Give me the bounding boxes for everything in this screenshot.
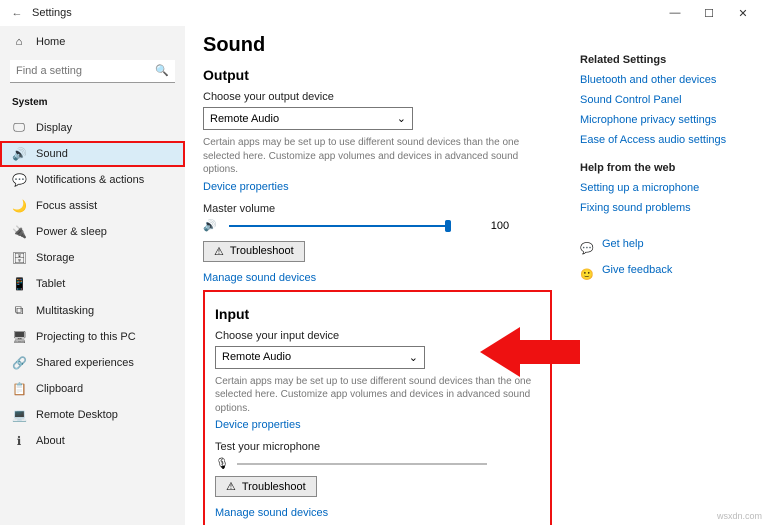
- nav-item-multitasking[interactable]: ⧉Multitasking: [0, 297, 185, 324]
- help-link-fix-sound[interactable]: Fixing sound problems: [580, 202, 750, 214]
- related-settings-heading: Related Settings: [580, 54, 750, 66]
- multitasking-icon: ⧉: [12, 303, 26, 318]
- related-link-mic-privacy[interactable]: Microphone privacy settings: [580, 114, 750, 126]
- output-troubleshoot-button[interactable]: ⚠ Troubleshoot: [203, 241, 305, 262]
- test-mic-label: Test your microphone: [215, 441, 540, 453]
- input-heading: Input: [215, 306, 540, 322]
- power-icon: 🔌: [12, 225, 26, 239]
- home-button[interactable]: ⌂ Home: [0, 30, 185, 54]
- mic-level-meter: [237, 463, 487, 465]
- shared-icon: 🔗: [12, 356, 26, 370]
- output-manage-link[interactable]: Manage sound devices: [203, 272, 552, 284]
- input-note: Certain apps may be set up to use differ…: [215, 375, 540, 416]
- display-icon: 🖵: [12, 120, 26, 135]
- window-title: Settings: [32, 7, 72, 19]
- help-icon: 💬: [580, 242, 594, 255]
- related-link-eoa-audio[interactable]: Ease of Access audio settings: [580, 134, 750, 146]
- clipboard-icon: 📋: [12, 382, 26, 396]
- nav-item-notifications[interactable]: 💬Notifications & actions: [0, 167, 185, 193]
- storage-icon: 🗄: [12, 251, 26, 265]
- get-help-link[interactable]: 💬 Get help: [580, 238, 750, 258]
- about-icon: ℹ: [12, 434, 26, 448]
- back-icon[interactable]: ←: [8, 7, 26, 19]
- nav-item-storage[interactable]: 🗄Storage: [0, 245, 185, 271]
- nav-list: 🖵Display 🔊Sound 💬Notifications & actions…: [0, 114, 185, 454]
- input-device-value: Remote Audio: [222, 351, 291, 363]
- remote-desktop-icon: 💻: [12, 408, 26, 422]
- aside: Related Settings Bluetooth and other dev…: [580, 34, 750, 515]
- related-link-sound-cp[interactable]: Sound Control Panel: [580, 94, 750, 106]
- give-feedback-link[interactable]: 🙂 Give feedback: [580, 264, 750, 284]
- nav-item-projecting[interactable]: 🖥Projecting to this PC: [0, 324, 185, 350]
- page-title: Sound: [203, 34, 552, 57]
- focus-assist-icon: 🌙: [12, 199, 26, 213]
- output-device-select[interactable]: Remote Audio ⌄: [203, 107, 413, 130]
- master-volume-value: 100: [491, 220, 509, 232]
- input-choose-label: Choose your input device: [215, 330, 540, 342]
- input-device-select[interactable]: Remote Audio ⌄: [215, 346, 425, 369]
- home-icon: ⌂: [12, 36, 26, 48]
- input-troubleshoot-button[interactable]: ⚠ Troubleshoot: [215, 476, 317, 497]
- nav-item-remote-desktop[interactable]: 💻Remote Desktop: [0, 402, 185, 428]
- speaker-icon: 🔊: [203, 219, 217, 232]
- home-label: Home: [36, 36, 65, 48]
- warning-icon: ⚠: [214, 245, 224, 258]
- main-content: Sound Output Choose your output device R…: [203, 34, 552, 515]
- nav-item-display[interactable]: 🖵Display: [0, 114, 185, 141]
- projecting-icon: 🖥: [12, 330, 26, 344]
- minimize-button[interactable]: —: [658, 0, 692, 26]
- nav-item-clipboard[interactable]: 📋Clipboard: [0, 376, 185, 402]
- nav-item-power[interactable]: 🔌Power & sleep: [0, 219, 185, 245]
- watermark: wsxdn.com: [717, 511, 762, 521]
- nav-item-sound[interactable]: 🔊Sound: [0, 141, 185, 167]
- master-volume-label: Master volume: [203, 203, 552, 215]
- output-heading: Output: [203, 67, 552, 83]
- nav-group-label: System: [0, 89, 185, 114]
- tablet-icon: 📱: [12, 277, 26, 291]
- notifications-icon: 💬: [12, 173, 26, 187]
- maximize-button[interactable]: ☐: [692, 0, 726, 26]
- sound-icon: 🔊: [12, 147, 26, 161]
- feedback-icon: 🙂: [580, 268, 594, 281]
- sidebar: ⌂ Home 🔍 System 🖵Display 🔊Sound 💬Notific…: [0, 26, 185, 525]
- input-device-properties-link[interactable]: Device properties: [215, 419, 540, 431]
- output-device-properties-link[interactable]: Device properties: [203, 181, 552, 193]
- warning-icon: ⚠: [226, 480, 236, 493]
- chevron-down-icon: ⌄: [409, 351, 418, 364]
- chevron-down-icon: ⌄: [397, 112, 406, 125]
- search-input[interactable]: [10, 60, 175, 83]
- master-volume-slider[interactable]: [229, 219, 449, 233]
- help-link-setup-mic[interactable]: Setting up a microphone: [580, 182, 750, 194]
- related-link-bluetooth[interactable]: Bluetooth and other devices: [580, 74, 750, 86]
- search-icon: 🔍: [155, 64, 169, 77]
- help-web-heading: Help from the web: [580, 162, 750, 174]
- input-section: Input Choose your input device Remote Au…: [203, 290, 552, 525]
- output-choose-label: Choose your output device: [203, 91, 552, 103]
- input-manage-link[interactable]: Manage sound devices: [215, 507, 540, 519]
- nav-item-tablet[interactable]: 📱Tablet: [0, 271, 185, 297]
- microphone-icon: 🎙: [215, 457, 229, 470]
- close-button[interactable]: ✕: [726, 0, 760, 26]
- nav-item-focus-assist[interactable]: 🌙Focus assist: [0, 193, 185, 219]
- titlebar: ← Settings — ☐ ✕: [0, 0, 768, 26]
- nav-item-shared[interactable]: 🔗Shared experiences: [0, 350, 185, 376]
- output-device-value: Remote Audio: [210, 113, 279, 125]
- nav-item-about[interactable]: ℹAbout: [0, 428, 185, 454]
- output-note: Certain apps may be set up to use differ…: [203, 136, 533, 177]
